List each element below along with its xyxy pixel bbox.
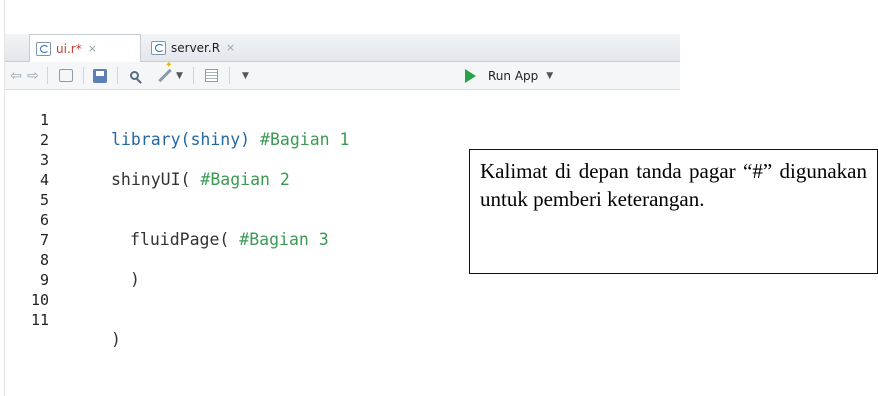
tab-server-r[interactable]: server.R × xyxy=(145,34,295,61)
close-tab-icon[interactable]: × xyxy=(88,42,97,55)
chevron-down-icon: ▼ xyxy=(176,70,183,81)
compile-report-icon xyxy=(204,69,218,82)
save-button[interactable] xyxy=(87,62,113,89)
tab-bar: ui.r * × server.R × xyxy=(5,34,680,62)
code-function: shinyUI xyxy=(111,170,181,189)
back-arrow-icon[interactable]: ⇦ xyxy=(7,62,25,89)
toolbar-separator xyxy=(229,67,230,84)
code-comment: #Bagian 3 xyxy=(239,230,329,249)
magic-wand-icon xyxy=(158,68,172,83)
go-to-file-icon xyxy=(59,69,73,82)
code-line: 9 xyxy=(5,250,65,289)
code-function: fluidPage xyxy=(130,230,220,249)
compile-report-button[interactable] xyxy=(198,62,224,89)
code-line: 1 library(shiny) #Bagian 1 xyxy=(5,90,349,149)
code-paren: ) xyxy=(111,330,121,349)
code-line: 2 xyxy=(5,110,65,149)
save-icon xyxy=(93,68,107,83)
run-app-icon xyxy=(465,68,476,83)
editor-toolbar: ⇦ ⇨ ▼ ▼ Run App ▼ xyxy=(5,62,680,90)
code-comment: #Bagian 2 xyxy=(200,170,290,189)
code-line: 4 xyxy=(5,150,65,189)
tab-label: server.R xyxy=(171,40,221,55)
code-line: 11 ) xyxy=(5,290,121,349)
code-comment: #Bagian 1 xyxy=(260,130,350,149)
code-function: library xyxy=(111,130,181,149)
code-tools-button[interactable]: ▼ xyxy=(153,62,187,89)
code-paren: ( xyxy=(219,230,240,249)
code-line: 6 fluidPage( #Bagian 3 xyxy=(5,190,329,249)
toolbar-separator xyxy=(83,67,84,84)
code-line: 7 xyxy=(5,210,65,249)
search-button[interactable] xyxy=(121,62,147,89)
chevron-down-icon: ▼ xyxy=(242,70,249,81)
tab-ui-r[interactable]: ui.r * × xyxy=(29,34,141,62)
run-app-label: Run App xyxy=(488,68,539,83)
r-file-icon xyxy=(151,40,166,55)
code-args: (shiny) xyxy=(180,130,261,149)
go-to-file-button[interactable] xyxy=(53,62,79,89)
more-options-button[interactable]: ▼ xyxy=(235,62,253,89)
code-line: 3 shinyUI( #Bagian 2 xyxy=(5,130,290,189)
code-line: 10 xyxy=(5,270,65,309)
code-line: 5 xyxy=(5,170,65,209)
forward-arrow-icon[interactable]: ⇨ xyxy=(24,62,42,89)
search-icon xyxy=(129,71,139,80)
run-app-button[interactable]: Run App ▼ xyxy=(465,62,583,89)
close-tab-icon[interactable]: × xyxy=(226,41,235,54)
code-paren: ) xyxy=(130,270,140,289)
code-paren: ( xyxy=(180,170,201,189)
modified-indicator: * xyxy=(75,41,82,56)
annotation-box: Kalimat di depan tanda pagar “#” digunak… xyxy=(469,149,878,274)
r-file-icon xyxy=(36,41,51,56)
toolbar-separator xyxy=(117,67,118,84)
chevron-down-icon[interactable]: ▼ xyxy=(546,71,553,81)
line-number: 11 xyxy=(30,311,49,329)
toolbar-separator xyxy=(193,67,194,84)
code-line: 8 ) xyxy=(5,230,140,289)
tab-label: ui.r xyxy=(56,41,76,56)
toolbar-separator xyxy=(47,67,48,84)
